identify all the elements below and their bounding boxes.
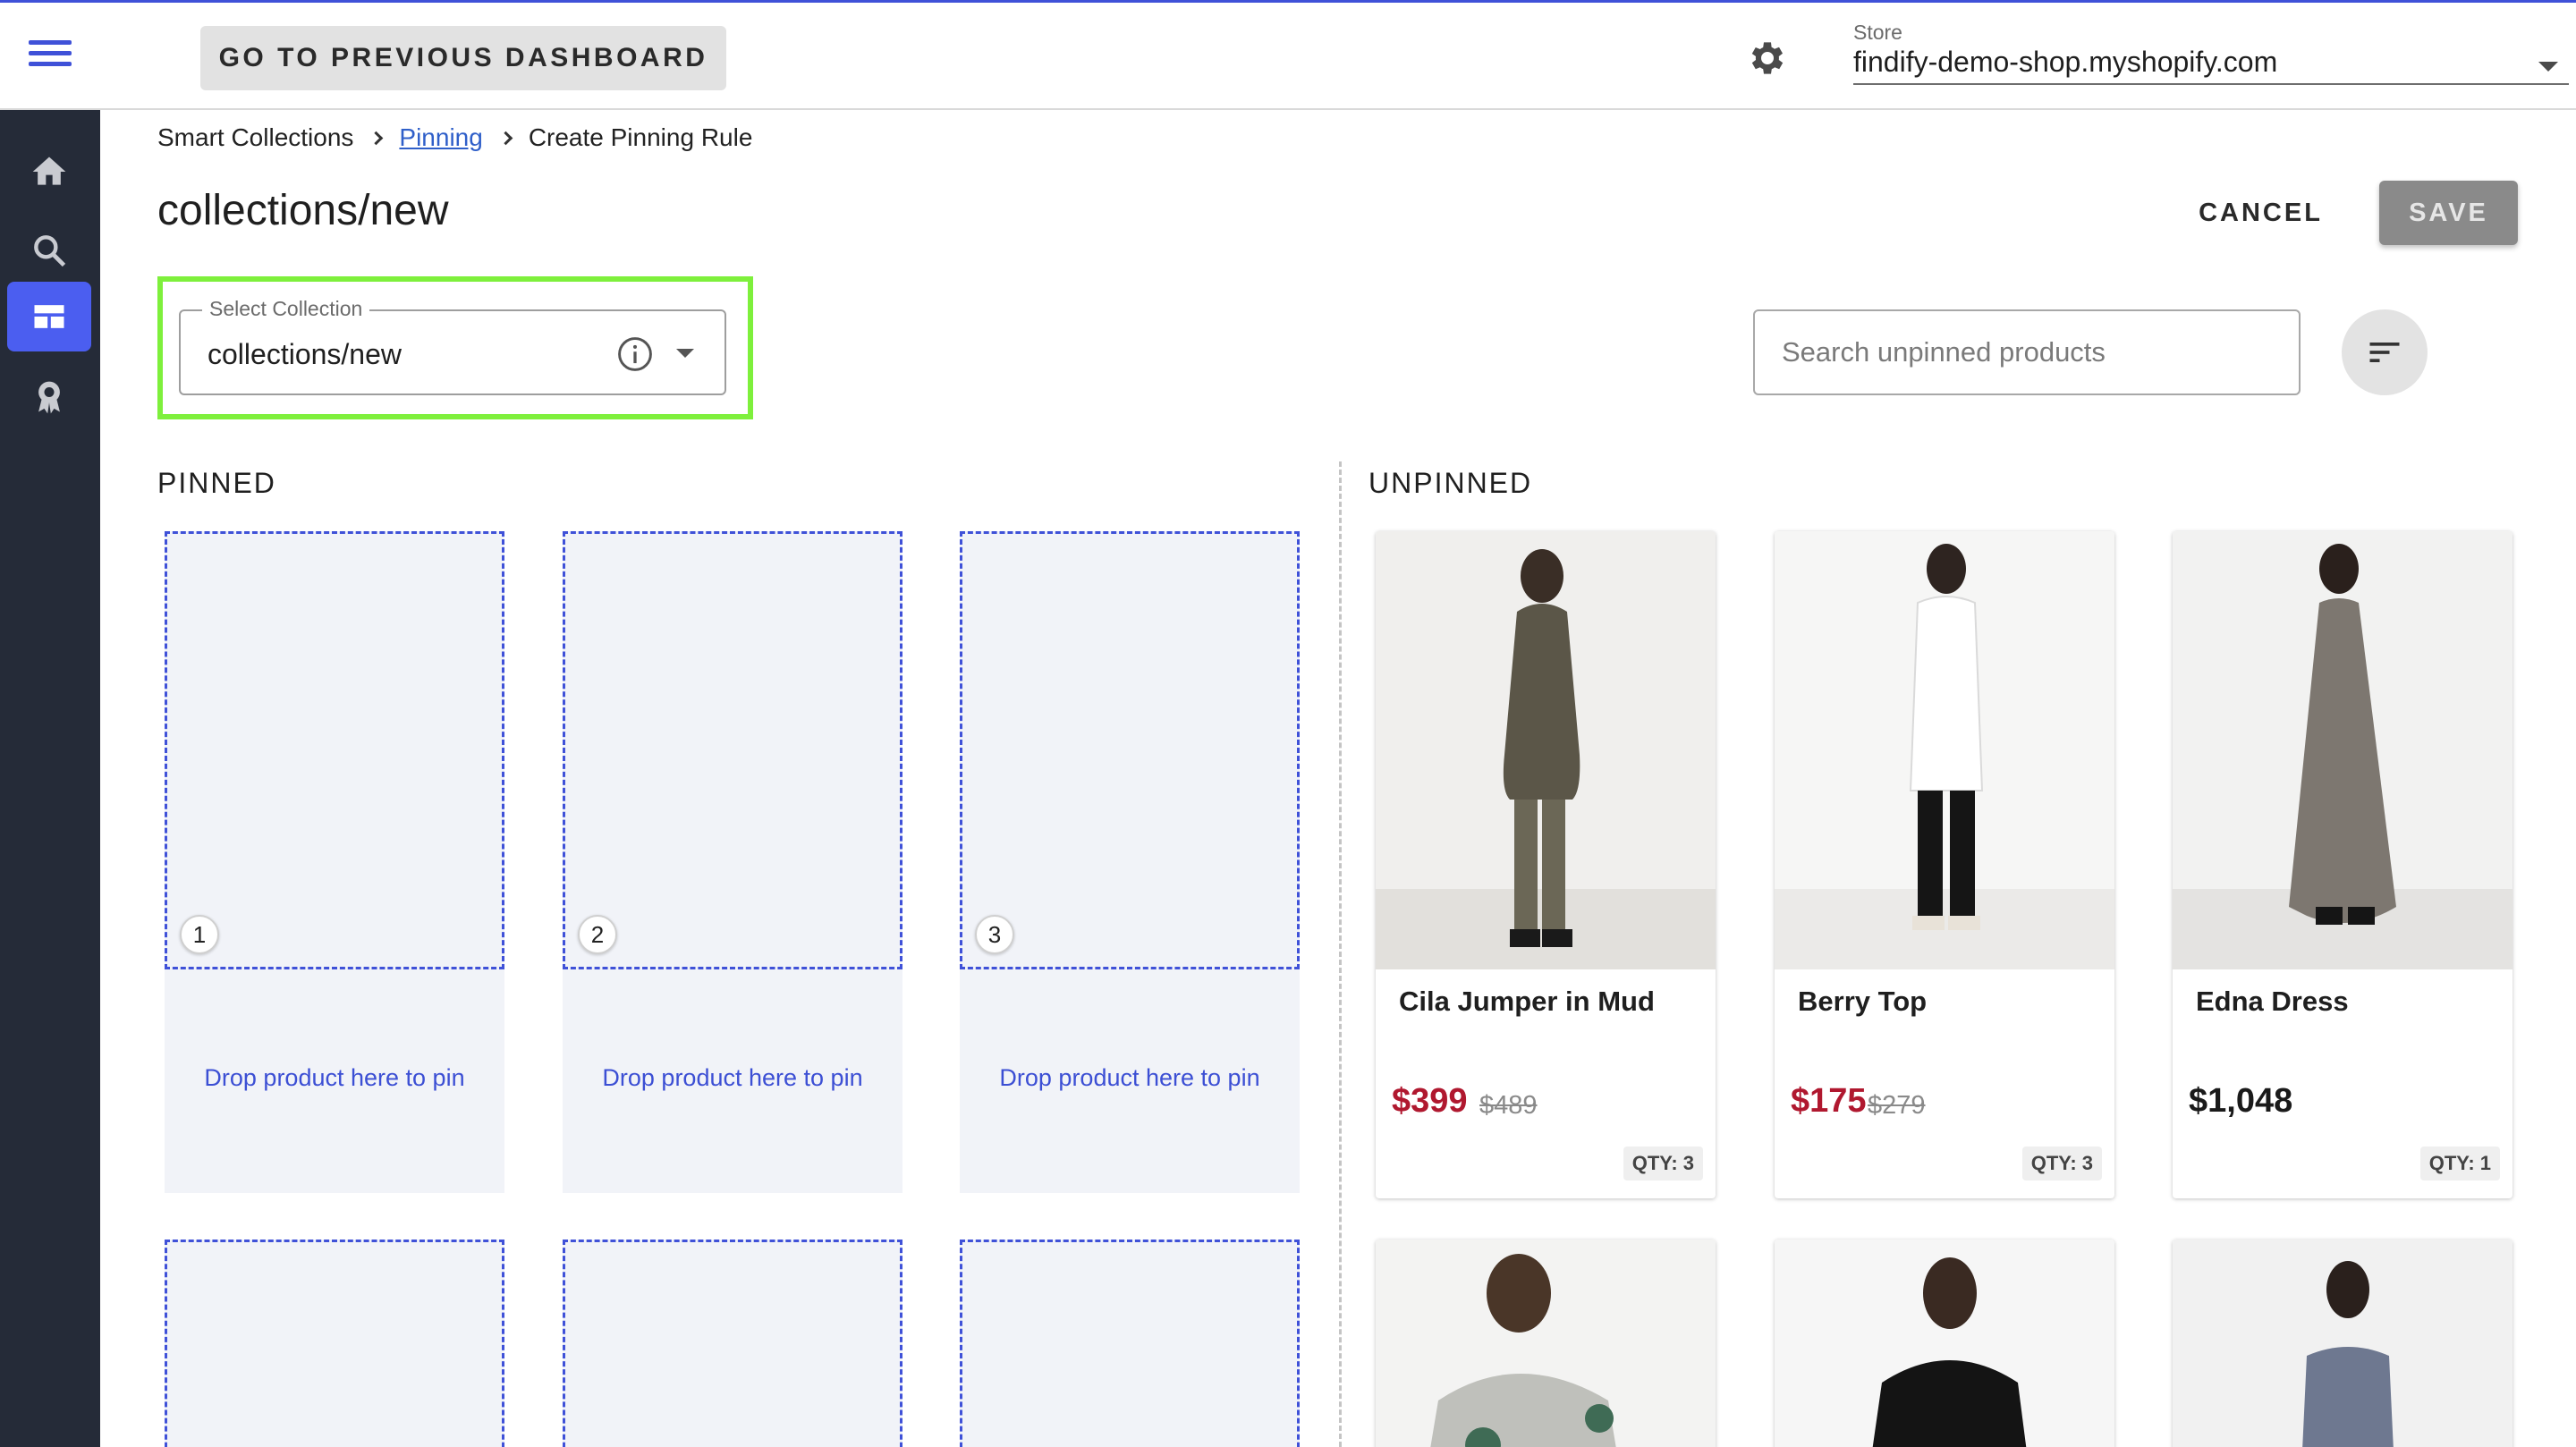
sidebar-item-badge[interactable] <box>7 362 91 432</box>
breadcrumb-pinning-link[interactable]: Pinning <box>399 123 482 152</box>
sort-button[interactable] <box>2342 309 2428 395</box>
chevron-down-icon <box>2538 62 2558 72</box>
product-name: Edna Dress <box>2196 986 2349 1017</box>
pin-slot[interactable] <box>960 1240 1300 1447</box>
drop-product-text: Drop product here to pin <box>204 1064 465 1091</box>
product-image <box>2173 1240 2512 1447</box>
product-image <box>2173 531 2512 969</box>
chevron-down-icon <box>676 349 694 358</box>
select-collection-label: Select Collection <box>202 297 370 321</box>
pinned-title: PINNED <box>157 467 276 499</box>
top-bar: GO TO PREVIOUS DASHBOARD Store findify-d… <box>0 0 2576 110</box>
sidebar-item-search[interactable] <box>7 216 91 285</box>
product-card[interactable]: Cila Jumper in Mud $399 $489 QTY: 3 <box>1376 531 1716 1198</box>
section-divider <box>1339 461 1342 1447</box>
collections-icon <box>34 305 64 328</box>
chevron-right-icon <box>369 131 384 145</box>
product-qty: QTY: 3 <box>1623 1147 1703 1180</box>
store-label: Store <box>1853 21 1902 44</box>
product-name: Cila Jumper in Mud <box>1399 986 1655 1017</box>
pin-slot[interactable] <box>165 1240 504 1447</box>
pin-slot[interactable] <box>563 1240 902 1447</box>
product-card[interactable]: Edna Dress $1,048 QTY: 1 <box>2173 531 2512 1198</box>
product-image <box>1376 531 1716 969</box>
home-icon <box>32 157 66 185</box>
pin-position-number: 3 <box>975 915 1014 954</box>
search-unpinned-input[interactable] <box>1753 309 2301 395</box>
pin-drop-zone[interactable] <box>960 1240 1300 1447</box>
page-title: collections/new <box>157 187 449 234</box>
drop-product-text: Drop product here to pin <box>999 1064 1260 1091</box>
product-price: $1,048 <box>2189 1082 2293 1120</box>
pin-drop-zone[interactable] <box>563 1240 902 1447</box>
pin-drop-zone[interactable]: 2 <box>563 531 902 969</box>
pin-drop-zone[interactable]: 1 <box>165 531 504 969</box>
breadcrumb: Smart Collections Pinning Create Pinning… <box>157 123 752 152</box>
product-card[interactable] <box>2173 1240 2512 1447</box>
breadcrumb-smart-collections: Smart Collections <box>157 123 354 151</box>
pin-slot[interactable]: 3 Drop product here to pin <box>960 531 1300 1193</box>
pin-position-number: 1 <box>180 915 219 954</box>
cancel-button[interactable]: CANCEL <box>2182 181 2339 245</box>
pin-slot[interactable]: 1 Drop product here to pin <box>165 531 504 1193</box>
store-value: findify-demo-shop.myshopify.com <box>1853 46 2278 78</box>
product-old-price: $489 <box>1479 1091 1538 1120</box>
product-card[interactable] <box>1775 1240 2114 1447</box>
search-icon <box>34 235 66 267</box>
pin-drop-zone[interactable]: 3 <box>960 531 1300 969</box>
unpinned-title: UNPINNED <box>1368 467 1533 499</box>
info-icon[interactable] <box>615 334 655 374</box>
product-image <box>1775 1240 2114 1447</box>
product-qty: QTY: 3 <box>2021 1147 2102 1180</box>
product-card[interactable]: Berry Top $175 $279 QTY: 3 <box>1775 531 2114 1198</box>
select-collection-value: collections/new <box>208 338 402 370</box>
badge-icon <box>38 381 60 414</box>
save-button[interactable]: SAVE <box>2379 181 2518 245</box>
pin-drop-zone[interactable] <box>165 1240 504 1447</box>
sidebar-item-home[interactable] <box>7 137 91 207</box>
product-name: Berry Top <box>1798 986 1928 1017</box>
product-qty: QTY: 1 <box>2419 1147 2500 1180</box>
menu-icon[interactable] <box>29 40 72 72</box>
pin-slot[interactable]: 2 Drop product here to pin <box>563 531 902 1193</box>
pin-position-number: 2 <box>578 915 617 954</box>
sidebar-item-collections[interactable] <box>7 282 91 351</box>
product-old-price: $279 <box>1868 1091 1926 1120</box>
select-collection-dropdown[interactable]: Select Collection collections/new <box>179 297 726 395</box>
gear-icon[interactable] <box>1746 37 1789 80</box>
go-to-previous-dashboard-button[interactable]: GO TO PREVIOUS DASHBOARD <box>200 26 726 90</box>
product-price: $175 <box>1791 1082 1867 1120</box>
store-select[interactable]: findify-demo-shop.myshopify.com <box>1853 42 2569 85</box>
sort-icon <box>2369 343 2400 362</box>
sidebar <box>0 110 100 1447</box>
product-image <box>1376 1240 1716 1447</box>
product-card[interactable] <box>1376 1240 1716 1447</box>
product-price: $399 <box>1392 1082 1468 1120</box>
breadcrumb-current: Create Pinning Rule <box>528 123 753 151</box>
product-image <box>1775 531 2114 969</box>
drop-product-text: Drop product here to pin <box>602 1064 863 1091</box>
chevron-right-icon <box>498 131 513 145</box>
